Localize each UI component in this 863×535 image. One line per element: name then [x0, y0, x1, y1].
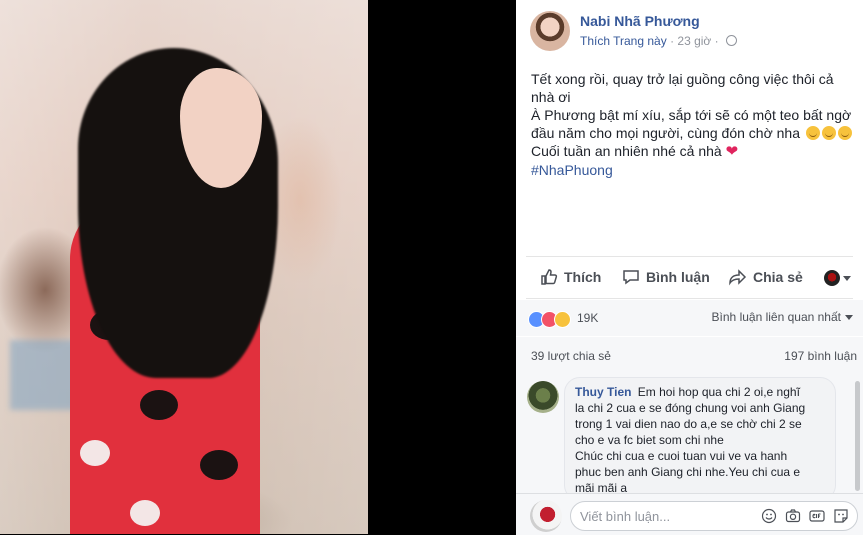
comment-count[interactable]: 197 bình luận [784, 349, 857, 363]
share-button[interactable]: Chia sẻ [729, 268, 803, 286]
post-actions: Thích Bình luận Chia sẻ [516, 258, 863, 298]
chevron-down-icon [845, 315, 853, 320]
comment-icon [623, 270, 639, 285]
haha-reaction-icon[interactable] [554, 311, 571, 328]
comment-line: cho e va fc biet som chi nhe [575, 433, 724, 447]
post-line: Tết xong rồi, quay trở lại guồng công vi… [531, 71, 834, 87]
smile-emoji-icon [805, 126, 820, 140]
like-button[interactable]: Thích [540, 268, 601, 286]
comment-label: Bình luận [646, 269, 710, 285]
meta-separator: · [714, 34, 719, 48]
comment-line: Chúc chi cua e cuoi tuan vui ve va hanh [575, 449, 788, 463]
sort-label: Bình luận liên quan nhất [711, 310, 841, 324]
thumbs-up-icon [541, 269, 558, 285]
comment-button[interactable]: Bình luận [622, 268, 710, 286]
comment-line: phuc ben anh Giang chi nhe.Yeu chi cua e [575, 465, 801, 479]
divider [526, 298, 853, 299]
comment-line: trong 1 vai dien nao do a,e se chờ chi 2… [575, 417, 802, 431]
share-arrow-icon [729, 269, 747, 286]
composer-icons [761, 508, 849, 524]
reactions-summary: 19K Bình luận liên quan nhất [516, 300, 863, 336]
heart-emoji-icon: ❤ [725, 143, 739, 160]
comment-input[interactable]: Viết bình luận... [570, 501, 858, 531]
photo-viewer[interactable] [0, 0, 516, 534]
comment-line: mãi mãi a [575, 481, 628, 493]
post-line-with-heart: Cuối tuần an nhiên nhé cả nhà ❤ [531, 142, 861, 161]
comment-line: Em hoi hop qua chi 2 oi,e nghĩ [637, 385, 800, 399]
post-panel: Nabi Nhã Phương Thích Trang này · 23 giờ… [516, 0, 863, 535]
post-stats: 39 lượt chia sẻ 197 bình luận [516, 337, 863, 373]
like-page-link[interactable]: Thích Trang này [580, 34, 667, 48]
post-text: Tết xong rồi, quay trở lại guồng công vi… [531, 70, 861, 179]
post-line: À Phương bật mí xíu, sắp tới sẽ có một t… [531, 107, 852, 123]
comment-sort-dropdown[interactable]: Bình luận liên quan nhất [712, 310, 853, 324]
share-count[interactable]: 39 lượt chia sẻ [531, 349, 611, 363]
author-name[interactable]: Nabi Nhã Phương [580, 13, 700, 29]
scrollbar[interactable] [855, 381, 860, 491]
meta-separator: · [670, 34, 675, 48]
sticker-icon[interactable] [833, 508, 849, 524]
post-photo[interactable] [0, 0, 368, 534]
post-line-with-emoji: đầu năm cho mọi người, cùng đón chờ nha [531, 124, 861, 142]
camera-icon[interactable] [785, 508, 801, 524]
share-label: Chia sẻ [753, 269, 803, 285]
divider [526, 256, 853, 257]
chevron-down-icon [843, 275, 851, 281]
globe-icon [725, 35, 737, 46]
hashtag-link[interactable]: #NhaPhuong [531, 161, 861, 179]
commenter-avatar[interactable] [527, 381, 559, 413]
viewer-avatar [530, 500, 562, 532]
author-avatar[interactable] [530, 11, 570, 51]
comment-line: la chi 2 cua e se đóng chung voi anh Gia… [575, 401, 806, 415]
smile-emoji-icon [821, 126, 836, 140]
post-line: đầu năm cho mọi người, cùng đón chờ nha [531, 125, 801, 141]
comment-list[interactable]: Thuy Tien Em hoi hop qua chi 2 oi,e nghĩ… [516, 373, 863, 493]
post-line: nhà ơi [531, 89, 571, 105]
reaction-count[interactable]: 19K [577, 311, 598, 325]
comment-bubble: Thuy Tien Em hoi hop qua chi 2 oi,e nghĩ… [564, 377, 836, 493]
profile-thumb [824, 270, 840, 286]
comment-placeholder: Viết bình luận... [580, 509, 671, 524]
commenter-name[interactable]: Thuy Tien [575, 385, 631, 399]
comment-composer: Viết bình luận... [516, 493, 863, 535]
post-header: Nabi Nhã Phương Thích Trang này · 23 giờ… [530, 10, 863, 52]
post-meta: Thích Trang này · 23 giờ · [580, 34, 737, 48]
gif-icon[interactable] [809, 508, 825, 524]
smile-emoji-icon [837, 126, 852, 140]
like-label: Thích [564, 269, 602, 285]
post-line: Cuối tuần an nhiên nhé cả nhà [531, 143, 722, 159]
emoji-icon[interactable] [761, 508, 777, 524]
audience-selector[interactable] [824, 270, 851, 286]
post-time[interactable]: 23 giờ [677, 34, 711, 48]
